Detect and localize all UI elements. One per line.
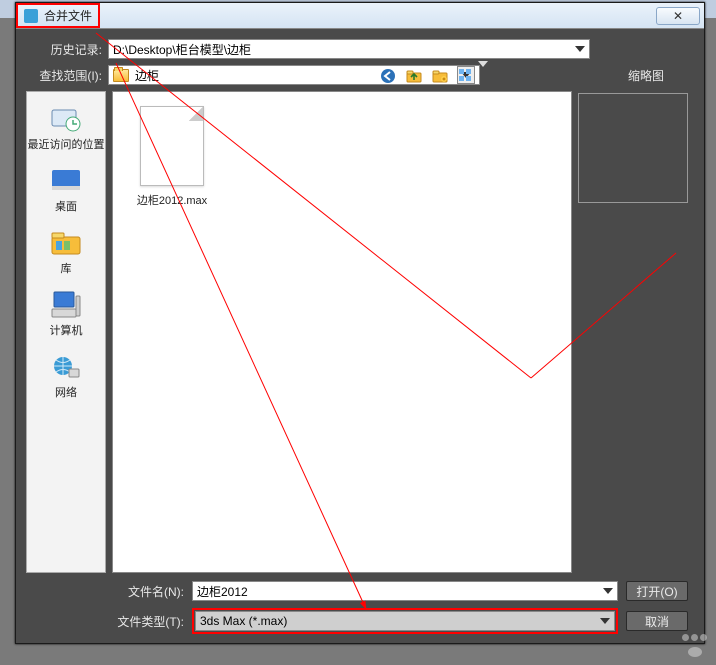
scope-label: 查找范围(I): — [26, 67, 102, 84]
app-icon — [24, 9, 38, 23]
sidebar-item-network[interactable]: 网络 — [27, 348, 105, 408]
sidebar-item-label: 网络 — [55, 384, 77, 400]
sidebar-item-label: 桌面 — [55, 198, 77, 214]
chevron-down-icon[interactable] — [478, 67, 488, 85]
filename-combo[interactable]: 边柜2012 — [192, 581, 618, 601]
new-folder-icon[interactable] — [432, 68, 448, 84]
file-list[interactable]: 边柜2012.max — [112, 91, 572, 573]
filetype-combo[interactable]: 3ds Max (*.max) — [195, 611, 615, 631]
close-button[interactable]: ✕ — [656, 7, 700, 25]
computer-icon — [49, 290, 83, 320]
sidebar-item-desktop[interactable]: 桌面 — [27, 162, 105, 222]
scope-value: 边柜 — [135, 67, 159, 84]
document-icon — [140, 106, 204, 186]
history-label: 历史记录: — [26, 41, 102, 58]
folder-icon — [113, 69, 129, 82]
sidebar-item-label: 库 — [61, 260, 72, 276]
open-button[interactable]: 打开(O) — [626, 581, 688, 601]
watermark-icon — [681, 628, 708, 657]
network-icon — [49, 352, 83, 382]
sidebar-item-library[interactable]: 库 — [27, 224, 105, 284]
filename-value: 边柜2012 — [197, 583, 248, 600]
back-icon[interactable] — [380, 68, 396, 84]
file-item[interactable]: 边柜2012.max — [127, 106, 217, 208]
bottom-area: 文件名(N): 边柜2012 打开(O) 文件类型(T): 3ds Max (*… — [112, 579, 688, 633]
file-name: 边柜2012.max — [127, 192, 217, 208]
history-row: 历史记录: D:\Desktop\柜台模型\边柜 — [26, 39, 590, 59]
filename-label: 文件名(N): — [112, 583, 184, 600]
desktop-icon — [49, 166, 83, 196]
history-combo[interactable]: D:\Desktop\柜台模型\边柜 — [108, 39, 590, 59]
recent-icon — [49, 104, 83, 134]
library-icon — [49, 228, 83, 258]
filetype-label: 文件类型(T): — [112, 613, 184, 630]
toolbar — [380, 67, 488, 85]
title-area: 合并文件 — [16, 3, 100, 28]
places-sidebar: 最近访问的位置 桌面 库 计算机 — [26, 91, 106, 573]
chevron-down-icon — [600, 618, 610, 624]
cancel-button[interactable]: 取消 — [626, 611, 688, 631]
chevron-down-icon — [575, 46, 585, 52]
views-icon[interactable] — [458, 68, 474, 84]
thumbnail-label: 缩略图 — [628, 67, 664, 84]
close-icon: ✕ — [673, 9, 683, 23]
up-folder-icon[interactable] — [406, 68, 422, 84]
filetype-highlight: 3ds Max (*.max) — [192, 608, 618, 634]
window-title: 合并文件 — [44, 7, 92, 24]
sidebar-item-label: 最近访问的位置 — [28, 136, 105, 152]
thumbnail-preview — [578, 93, 688, 203]
history-value: D:\Desktop\柜台模型\边柜 — [113, 41, 251, 58]
title-bar: 合并文件 ✕ — [16, 3, 704, 29]
sidebar-item-label: 计算机 — [50, 322, 83, 338]
filetype-value: 3ds Max (*.max) — [200, 614, 287, 628]
chevron-down-icon — [603, 588, 613, 594]
sidebar-item-computer[interactable]: 计算机 — [27, 286, 105, 346]
sidebar-item-recent[interactable]: 最近访问的位置 — [27, 100, 105, 160]
merge-file-dialog: 合并文件 ✕ 历史记录: D:\Desktop\柜台模型\边柜 查找范围(I):… — [15, 2, 705, 644]
